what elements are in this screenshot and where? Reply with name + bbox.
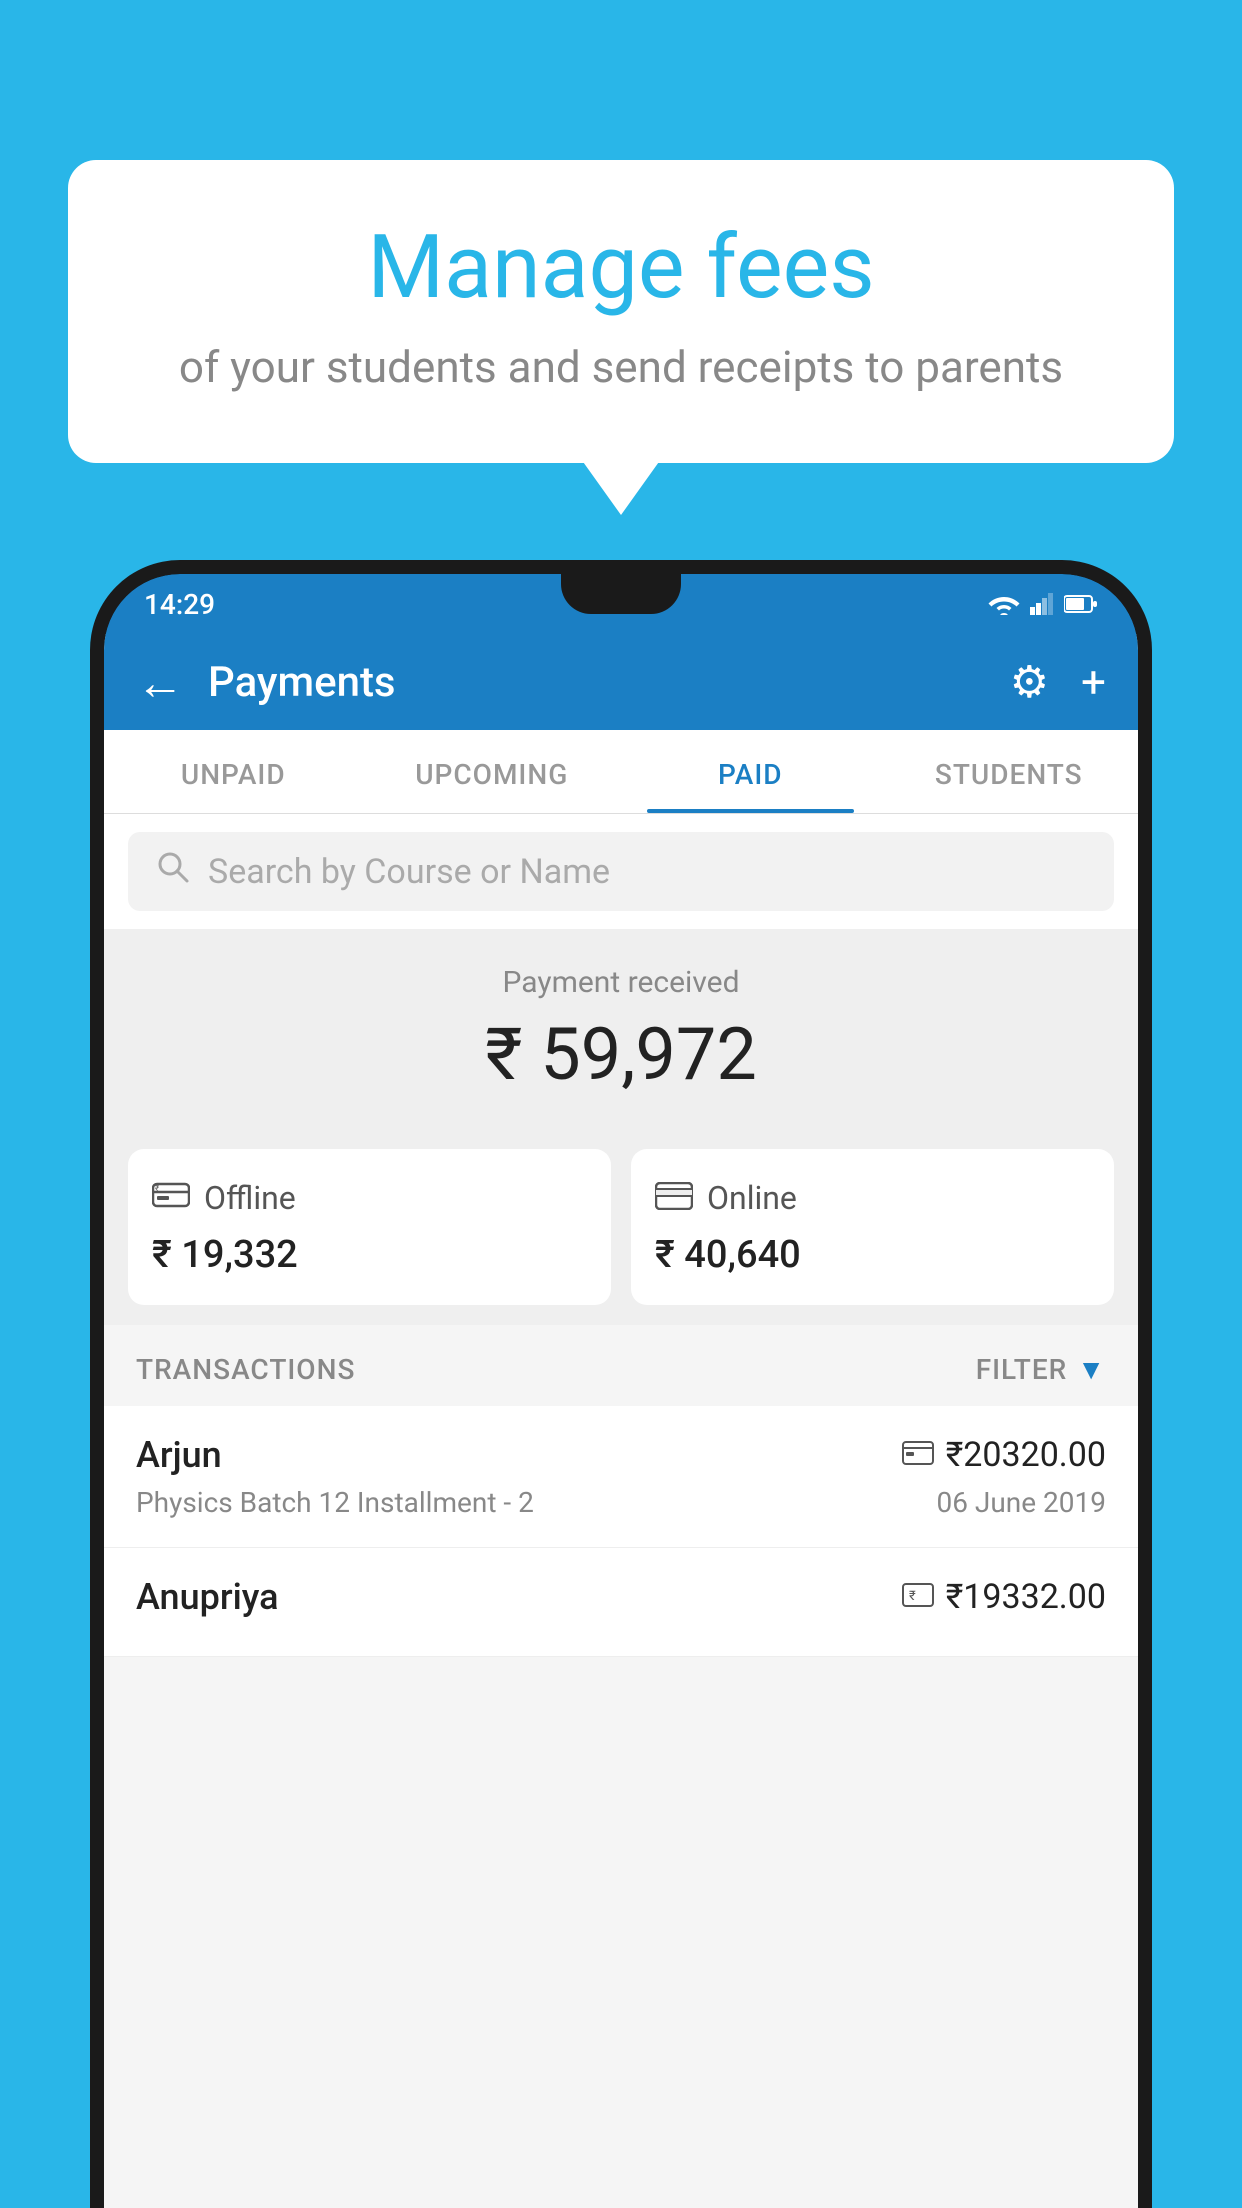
tab-upcoming[interactable]: UPCOMING (363, 730, 622, 813)
app-bar-actions: ⚙ + (1010, 656, 1106, 708)
offline-payment-card: ₹ Offline ₹ 19,332 (128, 1149, 611, 1305)
payment-received-section: Payment received ₹ 59,972 (104, 929, 1138, 1129)
bubble-subtitle: of your students and send receipts to pa… (148, 341, 1094, 393)
app-screen: ← Payments ⚙ + UNPAID UPCOMING (104, 634, 1138, 2208)
bubble-title: Manage fees (148, 220, 1094, 317)
tab-students[interactable]: STUDENTS (880, 730, 1139, 813)
filter-button[interactable]: FILTER ▼ (976, 1353, 1106, 1386)
svg-text:₹: ₹ (909, 1589, 916, 1604)
offline-amount: ₹ 19,332 (152, 1233, 587, 1277)
online-amount: ₹ 40,640 (655, 1233, 1090, 1277)
status-icons (988, 593, 1098, 615)
online-payment-card: Online ₹ 40,640 (631, 1149, 1114, 1305)
transaction-name-arjun: Arjun (136, 1434, 222, 1476)
search-container: Search by Course or Name (104, 814, 1138, 929)
transaction-amount-arjun: ₹20320.00 (946, 1435, 1106, 1475)
signal-icon (1030, 593, 1054, 615)
speech-bubble: Manage fees of your students and send re… (68, 160, 1174, 463)
add-icon[interactable]: + (1081, 656, 1106, 708)
tab-unpaid[interactable]: UNPAID (104, 730, 363, 813)
offline-card-header: ₹ Offline (152, 1177, 587, 1219)
app-bar: ← Payments ⚙ + (104, 634, 1138, 730)
transaction-amount-anupriya: ₹19332.00 (946, 1577, 1106, 1617)
online-icon (655, 1177, 693, 1219)
transaction-row-arjun[interactable]: Arjun ₹20320.00 (104, 1406, 1138, 1548)
filter-label: FILTER (976, 1353, 1068, 1386)
payment-cards: ₹ Offline ₹ 19,332 (104, 1129, 1138, 1325)
tab-paid[interactable]: PAID (621, 730, 880, 813)
settings-icon[interactable]: ⚙ (1010, 656, 1049, 708)
phone-inner: 14:29 (104, 574, 1138, 2208)
tabs: UNPAID UPCOMING PAID STUDENTS (104, 730, 1138, 814)
transaction-detail-arjun: Physics Batch 12 Installment - 2 (136, 1486, 534, 1519)
wifi-icon (988, 593, 1020, 615)
search-bar[interactable]: Search by Course or Name (128, 832, 1114, 911)
battery-icon (1064, 594, 1098, 614)
phone-notch (561, 574, 681, 614)
transactions-header: TRANSACTIONS FILTER ▼ (104, 1325, 1138, 1406)
transactions-label: TRANSACTIONS (136, 1353, 355, 1386)
status-time: 14:29 (144, 588, 215, 621)
back-button[interactable]: ← (136, 654, 184, 711)
screen-content: 14:29 (104, 574, 1138, 2208)
transaction-cash-icon: ₹ (902, 1580, 934, 1615)
online-card-header: Online (655, 1177, 1090, 1219)
search-placeholder: Search by Course or Name (208, 852, 610, 892)
transaction-row-anupriya[interactable]: Anupriya ₹ ₹19332.00 (104, 1548, 1138, 1657)
online-label: Online (707, 1179, 797, 1217)
transaction-name-anupriya: Anupriya (136, 1576, 279, 1618)
phone-mockup: 14:29 (90, 560, 1152, 2208)
offline-icon: ₹ (152, 1177, 190, 1219)
payment-received-label: Payment received (128, 965, 1114, 1000)
speech-bubble-container: Manage fees of your students and send re… (68, 160, 1174, 463)
search-icon (156, 850, 190, 893)
transaction-card-icon (902, 1438, 934, 1473)
svg-text:₹: ₹ (155, 1184, 159, 1193)
offline-label: Offline (204, 1179, 296, 1217)
app-bar-title: Payments (208, 658, 1010, 707)
payment-received-amount: ₹ 59,972 (128, 1012, 1114, 1097)
filter-icon: ▼ (1077, 1353, 1106, 1386)
transaction-date-arjun: 06 June 2019 (936, 1486, 1106, 1519)
